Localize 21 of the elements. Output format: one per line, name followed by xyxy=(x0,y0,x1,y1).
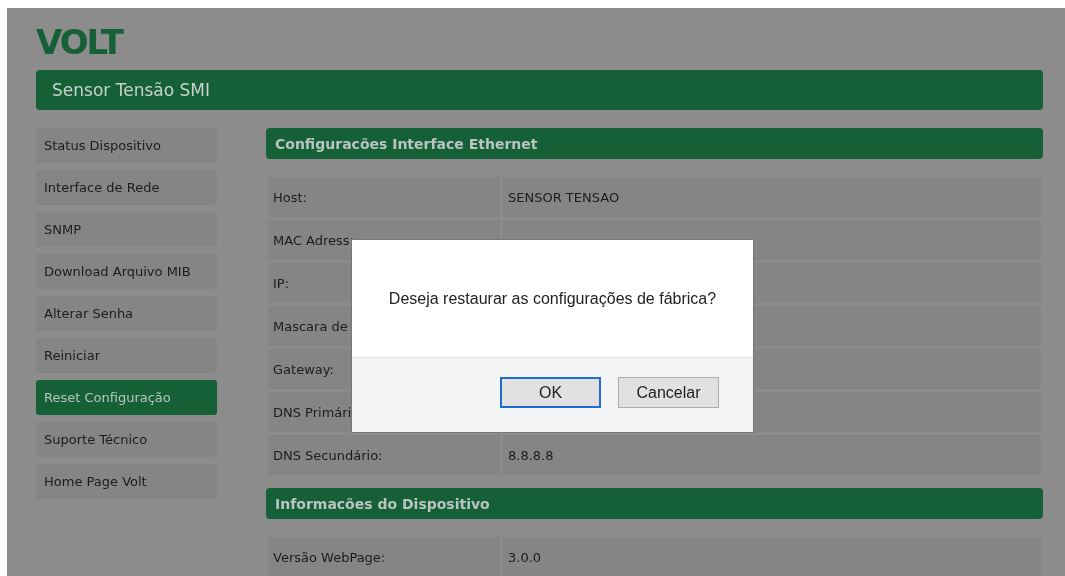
table-cell: Host: xyxy=(268,177,500,217)
sidebar-item[interactable]: Download Arquivo MIB xyxy=(36,254,217,289)
header-bar: Sensor Tensão SMI xyxy=(36,70,1043,110)
ok-button[interactable]: OK xyxy=(500,377,601,408)
table-cell: 8.8.8.8 xyxy=(503,435,1041,475)
section-header: Configuracões Interface Ethernet xyxy=(266,128,1043,159)
sidebar-item[interactable]: Reiniciar xyxy=(36,338,217,373)
logo: VOLT xyxy=(36,28,122,56)
sidebar-item[interactable]: Home Page Volt xyxy=(36,464,217,499)
table-cell: SENSOR TENSAO xyxy=(503,177,1041,217)
sidebar-item[interactable]: Alterar Senha xyxy=(36,296,217,331)
sidebar-item[interactable]: Interface de Rede xyxy=(36,170,217,205)
sidebar-item[interactable]: Reset Configuração xyxy=(36,380,217,415)
table-cell: Versão WebPage: xyxy=(268,537,500,576)
sidebar-item[interactable]: Suporte Técnico xyxy=(36,422,217,457)
sidebar-item[interactable]: SNMP xyxy=(36,212,217,247)
section-header: Informacões do Dispositivo xyxy=(266,488,1043,519)
sidebar-item[interactable]: Status Dispositivo xyxy=(36,128,217,163)
table-cell: DNS Secundário: xyxy=(268,435,500,475)
table-cell: 3.0.0 xyxy=(503,537,1041,576)
cancel-button[interactable]: Cancelar xyxy=(618,377,719,408)
